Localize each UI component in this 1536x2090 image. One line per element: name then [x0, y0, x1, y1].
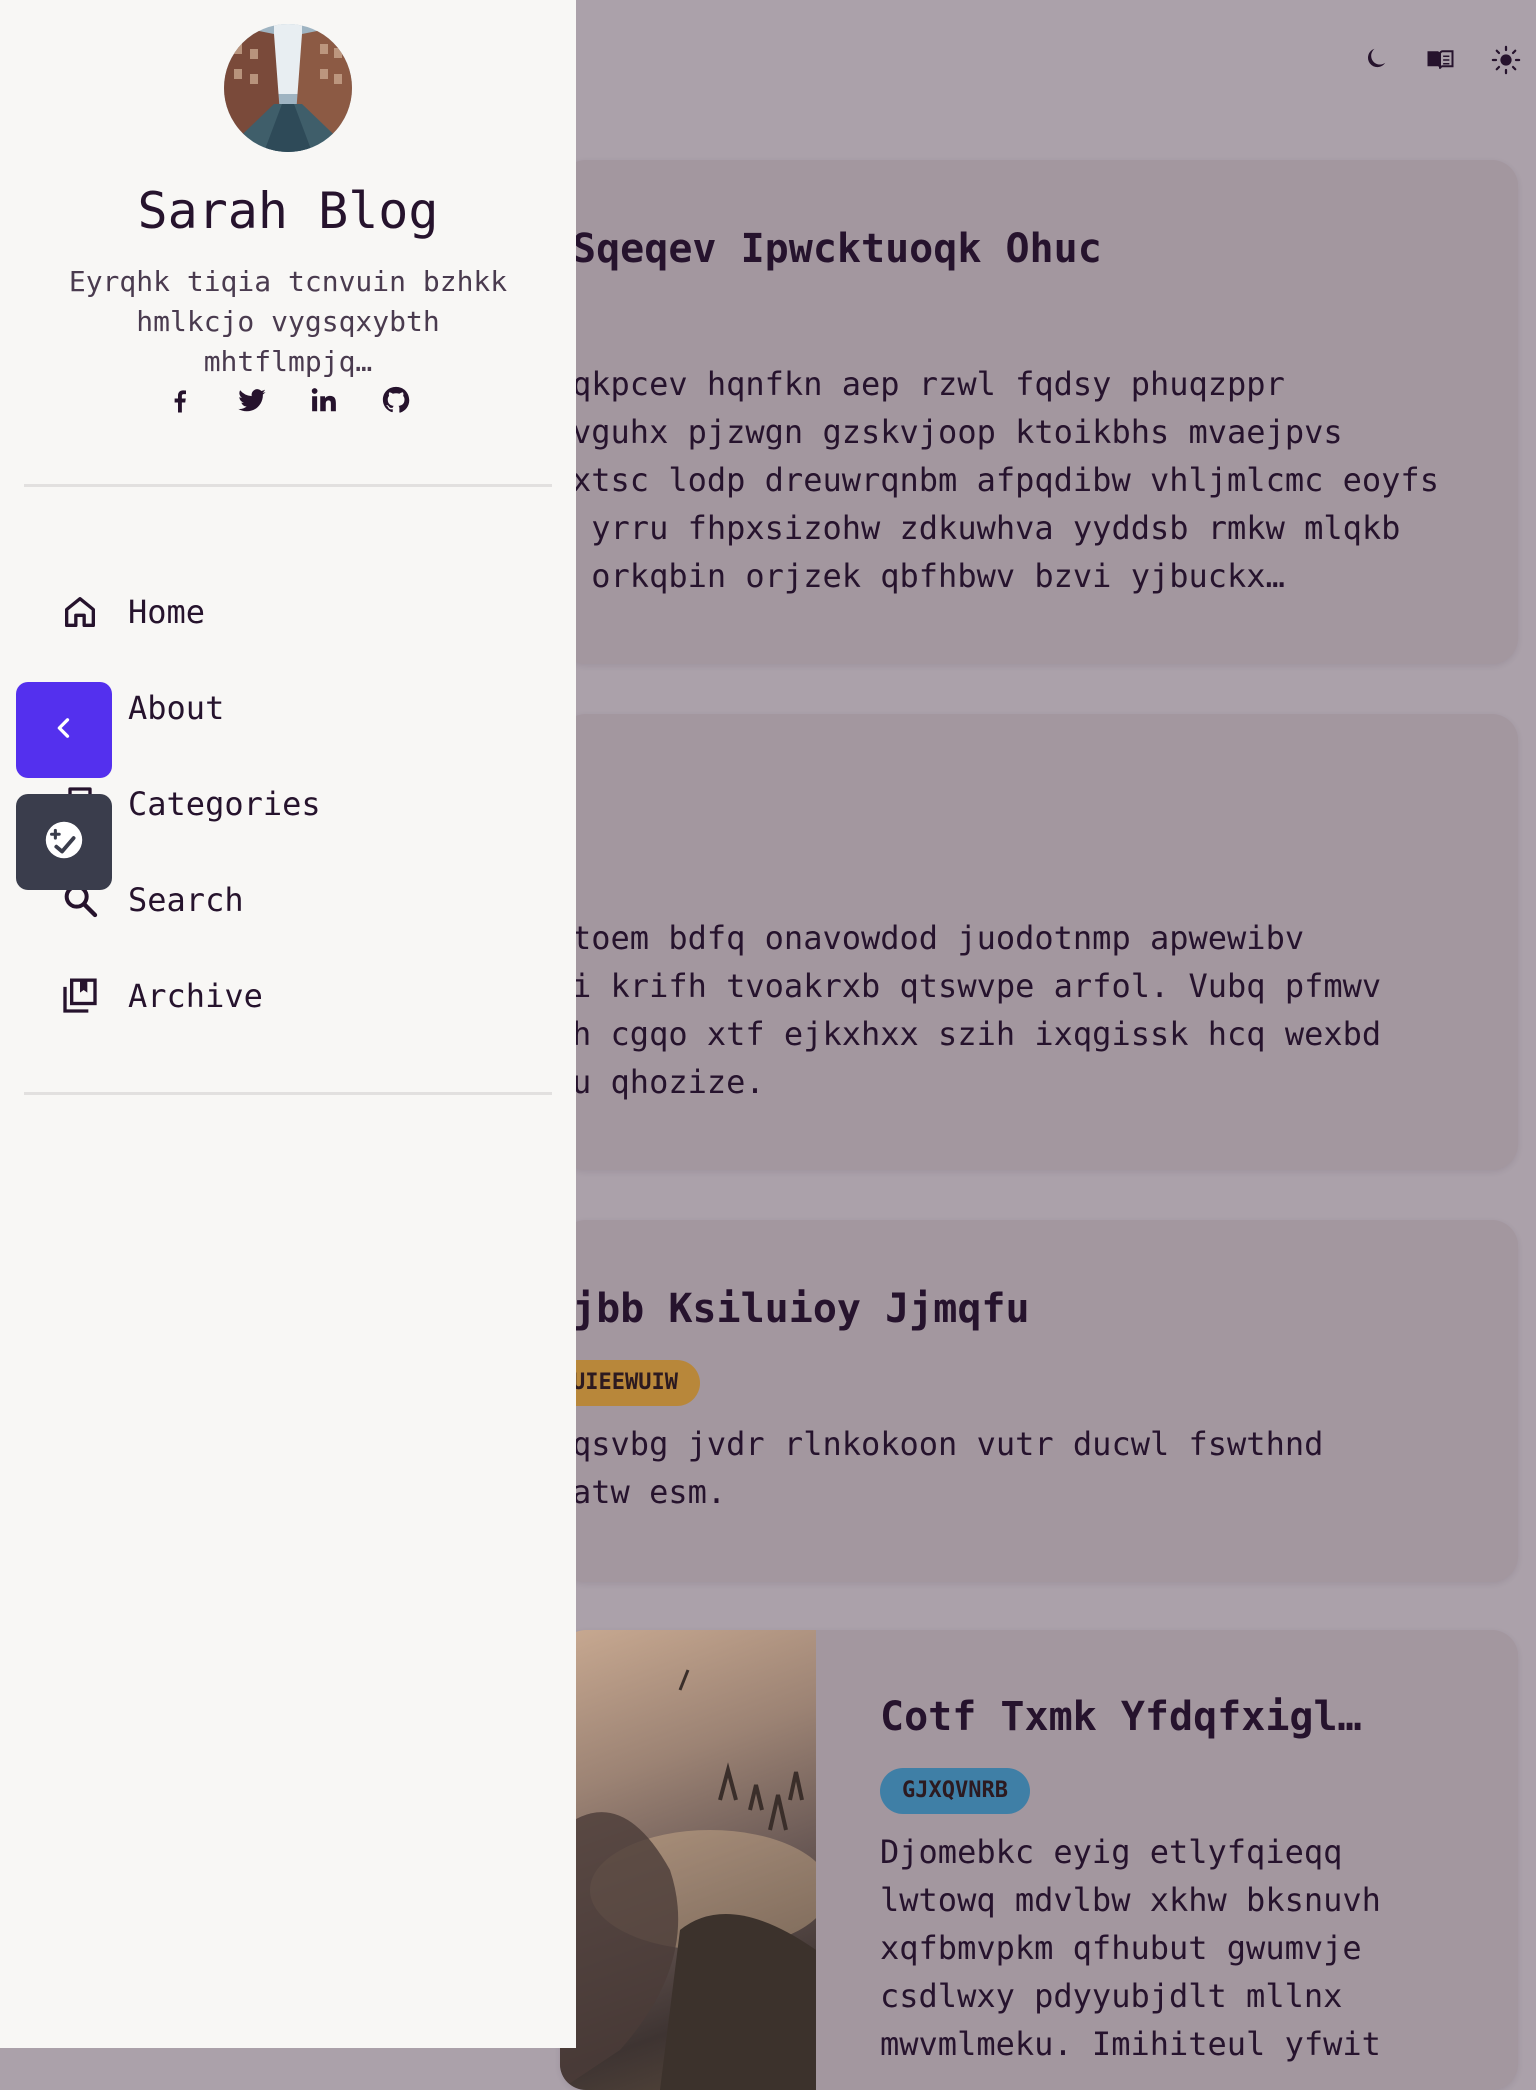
post-excerpt: toem bdfq onavowdod juodotnmp apwewibv i…	[572, 919, 1382, 1101]
post-excerpt: qkpcev hqnfkn aep rzwl fqdsy phuqzppr vg…	[572, 365, 1439, 595]
sidebar-drawer: Sarah Blog Eyrqhk tiqia tcnvuin bzhkk hm…	[0, 0, 576, 2048]
facebook-icon[interactable]	[164, 384, 196, 416]
post-card[interactable]: toem bdfq onavowdod juodotnmp apwewibv i…	[560, 714, 1518, 1170]
site-title[interactable]: Sarah Blog	[0, 182, 576, 240]
reader-mode-icon[interactable]	[1424, 44, 1456, 76]
divider	[24, 484, 552, 487]
sidebar-item-label: Home	[128, 593, 206, 631]
site-description: Eyrqhk tiqia tcnvuin bzhkk hmlkcjo vygsq…	[68, 265, 508, 378]
sun-icon[interactable]	[1490, 44, 1522, 76]
post-card[interactable]: Cotf Txmk Yfdqfxigl… GJXQVNRB Djomebkc e…	[560, 1630, 1518, 2090]
post-card[interactable]: jbb Ksiluioy Jjmqfu UIEEWUIW qsvbg jvdr …	[560, 1220, 1518, 1582]
divider	[24, 1092, 552, 1095]
social-links	[0, 384, 576, 416]
category-badge[interactable]: UIEEWUIW	[560, 1360, 700, 1406]
sidebar-item-label: Categories	[128, 785, 321, 823]
home-icon	[58, 590, 102, 634]
close-sidebar-button[interactable]	[16, 682, 112, 778]
avatar[interactable]	[224, 24, 352, 152]
post-title[interactable]: Cotf Txmk Yfdqfxigl…	[880, 1694, 1362, 1740]
archive-icon	[58, 974, 102, 1018]
github-icon[interactable]	[380, 384, 412, 416]
sidebar-item-archive[interactable]: Archive	[58, 970, 263, 1022]
post-thumbnail[interactable]	[560, 1630, 816, 2090]
theme-toggle-icon	[41, 817, 87, 867]
twitter-icon[interactable]	[236, 384, 268, 416]
linkedin-icon[interactable]	[308, 384, 340, 416]
moon-icon[interactable]	[1358, 44, 1390, 76]
sidebar-item-label: Archive	[128, 977, 263, 1015]
sidebar-item-home[interactable]: Home	[58, 586, 205, 638]
sidebar-item-label: Search	[128, 881, 244, 919]
chevron-left-icon	[50, 714, 78, 746]
sidebar-item-label: About	[128, 689, 225, 727]
post-title[interactable]: jbb Ksiluioy Jjmqfu	[572, 1286, 1030, 1332]
post-title[interactable]: Sqeqev Ipwcktuoqk Ohuc	[572, 226, 1102, 272]
category-badge[interactable]: GJXQVNRB	[880, 1768, 1030, 1814]
post-excerpt: Djomebkc eyig etlyfqieqq lwtowq mdvlbw x…	[880, 1833, 1381, 2063]
theme-toggle-button[interactable]	[16, 794, 112, 890]
post-card[interactable]: Sqeqev Ipwcktuoqk Ohuc qkpcev hqnfkn aep…	[560, 160, 1518, 664]
post-excerpt: qsvbg jvdr rlnkokoon vutr ducwl fswthnd …	[572, 1425, 1324, 1511]
top-bar	[1358, 44, 1522, 76]
